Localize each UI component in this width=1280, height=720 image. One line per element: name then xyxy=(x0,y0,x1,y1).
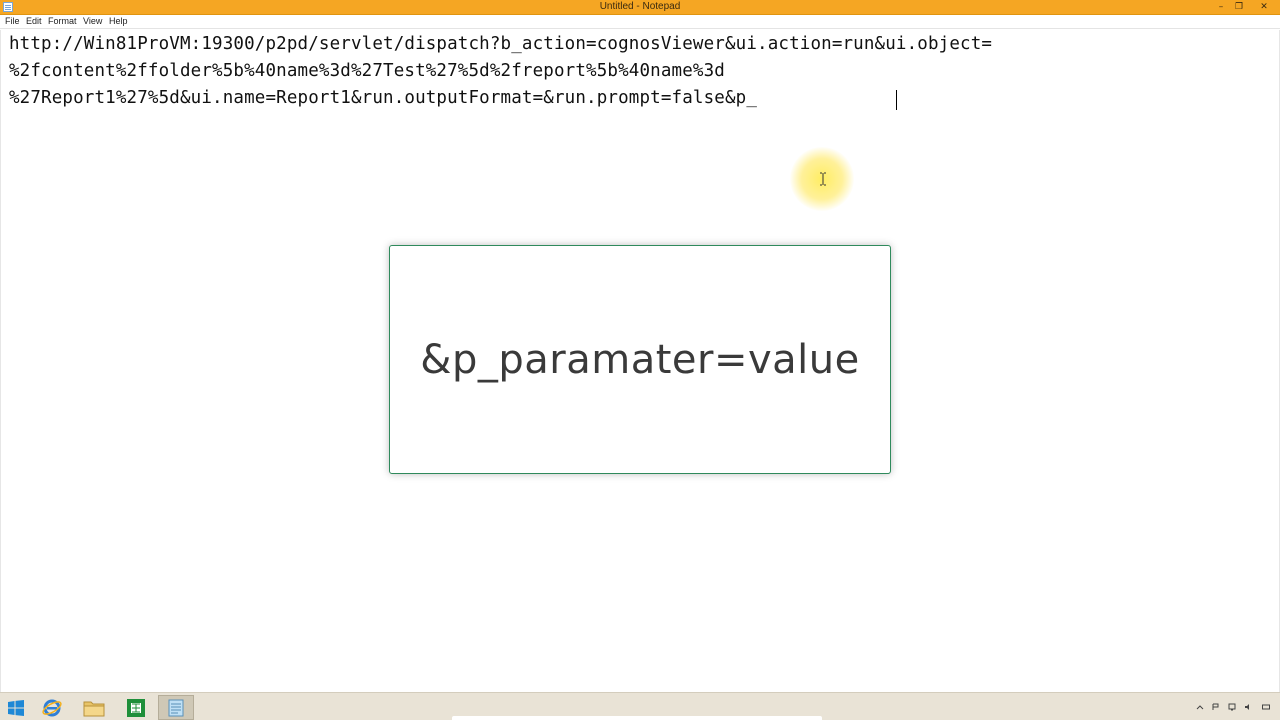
menu-bar: File Edit Format View Help xyxy=(0,15,1280,29)
close-button[interactable]: ✕ xyxy=(1252,0,1276,14)
notepad-icon[interactable] xyxy=(158,695,194,720)
text-caret xyxy=(896,90,897,110)
ibeam-cursor-icon xyxy=(820,172,826,186)
menu-view[interactable]: View xyxy=(83,16,102,26)
tray-volume-icon[interactable] xyxy=(1244,703,1252,711)
menu-edit[interactable]: Edit xyxy=(26,16,42,26)
restore-button[interactable]: ❐ xyxy=(1230,0,1248,14)
taskbar-thumbnail-strip xyxy=(452,716,822,720)
editor-line-1[interactable]: http://Win81ProVM:19300/p2pd/servlet/dis… xyxy=(9,34,992,54)
editor-line-3[interactable]: %27Report1%27%5d&ui.name=Report1&run.out… xyxy=(9,88,757,108)
windows-start-icon[interactable] xyxy=(0,695,32,720)
menu-help[interactable]: Help xyxy=(109,16,128,26)
tray-chevron-up-icon[interactable] xyxy=(1196,703,1204,711)
title-bar: Untitled - Notepad – ❐ ✕ xyxy=(0,0,1280,15)
menu-format[interactable]: Format xyxy=(48,16,77,26)
internet-explorer-icon[interactable] xyxy=(34,695,70,720)
window-title: Untitled - Notepad xyxy=(599,1,681,12)
excel-icon[interactable] xyxy=(118,695,154,720)
tray-keyboard-icon[interactable] xyxy=(1262,703,1270,711)
parameter-callout-text: &p_paramater=value xyxy=(420,336,860,383)
menu-file[interactable]: File xyxy=(5,16,20,26)
parameter-callout-card: &p_paramater=value xyxy=(389,245,891,474)
editor-line-2[interactable]: %2fcontent%2ffolder%5b%40name%3d%27Test%… xyxy=(9,61,725,81)
file-explorer-icon[interactable] xyxy=(76,695,112,720)
tray-flag-icon[interactable] xyxy=(1212,703,1220,711)
tray-network-icon[interactable] xyxy=(1228,703,1236,711)
minimize-button[interactable]: – xyxy=(1212,0,1230,14)
